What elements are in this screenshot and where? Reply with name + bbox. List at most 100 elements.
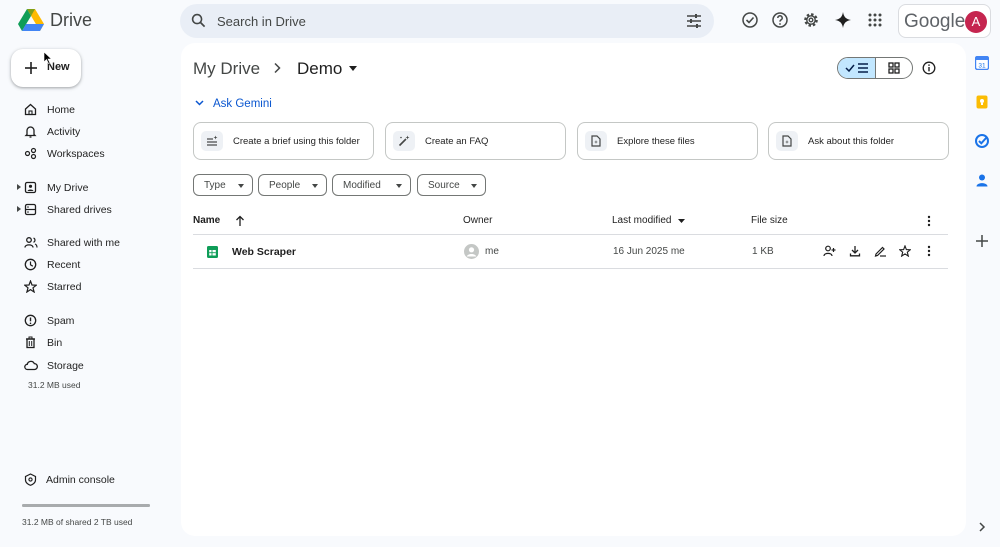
spam-icon [24, 314, 37, 327]
admin-console-link[interactable]: Admin console [22, 470, 172, 490]
mouse-cursor-icon [44, 52, 52, 64]
sidebar-item-shared-drives[interactable]: Shared drives [0, 200, 170, 220]
sidebar-item-spam[interactable]: Spam [0, 311, 170, 331]
grid-view-button[interactable] [876, 58, 912, 78]
chevron-right-icon[interactable] [975, 520, 989, 534]
keep-icon[interactable] [975, 95, 989, 109]
add-addon-plus-icon[interactable] [975, 234, 989, 248]
owner-avatar-icon [464, 244, 479, 259]
rename-pencil-icon[interactable] [874, 245, 887, 257]
clock-icon [24, 258, 37, 271]
settings-icon[interactable] [802, 11, 820, 29]
shared-drives-icon [24, 203, 37, 216]
sidebar-item-starred[interactable]: Starred [0, 277, 170, 297]
search-input[interactable] [217, 4, 657, 38]
chevron-right-icon [273, 62, 281, 74]
chevron-down-icon [471, 184, 477, 188]
chevron-down-icon [195, 100, 204, 106]
help-icon[interactable] [771, 11, 789, 29]
avatar[interactable]: A [965, 11, 987, 33]
file-name[interactable]: Web Scraper [232, 246, 296, 258]
sidebar-item-label: Activity [47, 126, 81, 138]
file-owner: me [485, 246, 499, 257]
search-bar[interactable] [180, 4, 714, 38]
gemini-card-create-brief[interactable]: Create a brief using this folder [193, 122, 374, 160]
account-switcher[interactable]: Google A [898, 4, 991, 38]
plus-icon [24, 61, 38, 75]
file-last-modified: 16 Jun 2025 me [613, 246, 685, 257]
drive-logo-icon[interactable] [18, 8, 44, 32]
search-icon[interactable] [191, 13, 206, 28]
filter-label: Type [204, 180, 226, 191]
sidebar-item-activity[interactable]: Activity [0, 122, 170, 142]
filter-modified[interactable]: Modified [332, 174, 411, 196]
sidebar-item-label: Spam [47, 315, 75, 327]
gemini-card-explore-files[interactable]: Explore these files [577, 122, 758, 160]
star-icon[interactable] [899, 245, 911, 257]
column-header-last-modified[interactable]: Last modified [612, 215, 671, 226]
brief-sparkle-icon [201, 131, 223, 151]
star-icon [24, 280, 37, 293]
gemini-card-label: Create a brief using this folder [233, 136, 360, 147]
apps-grid-icon[interactable] [866, 11, 884, 29]
tasks-icon[interactable] [975, 134, 989, 148]
sidebar-item-storage[interactable]: Storage [0, 356, 170, 376]
storage-quota-bar [22, 504, 150, 507]
google-wordmark: Google [904, 11, 966, 32]
main-content: My Drive Demo Ask Gemini Create a brief … [181, 43, 966, 536]
filter-type[interactable]: Type [193, 174, 253, 196]
breadcrumb-current-folder[interactable]: Demo [297, 59, 342, 79]
sidebar-item-label: My Drive [47, 182, 89, 194]
column-header-owner[interactable]: Owner [463, 215, 492, 226]
sidebar-item-bin[interactable]: Bin [0, 333, 170, 353]
sort-caret-down-icon[interactable] [678, 219, 685, 223]
filter-source[interactable]: Source [417, 174, 486, 196]
magic-wand-icon [393, 131, 415, 151]
more-vert-icon[interactable] [927, 245, 931, 257]
top-bar: Drive Search in Drive Google A [0, 0, 1000, 42]
info-icon[interactable] [922, 61, 936, 75]
table-row[interactable]: Web Scraper me 16 Jun 2025 me 1 KB [193, 235, 948, 268]
list-view-button[interactable] [838, 58, 876, 78]
tune-icon[interactable] [686, 13, 702, 29]
expand-caret-icon[interactable] [17, 206, 21, 212]
workspaces-icon [24, 147, 37, 160]
calendar-icon[interactable]: 31 [975, 56, 989, 70]
folder-sparkle-icon [776, 131, 798, 151]
sidebar-item-home[interactable]: Home [0, 100, 170, 120]
trash-icon [24, 336, 37, 349]
bell-icon [24, 125, 37, 138]
ask-gemini-label: Ask Gemini [213, 98, 272, 110]
sidebar-item-my-drive[interactable]: My Drive [0, 178, 170, 198]
contacts-icon[interactable] [975, 173, 989, 187]
breadcrumb-my-drive[interactable]: My Drive [193, 59, 260, 79]
filter-label: Modified [343, 180, 381, 191]
download-icon[interactable] [849, 245, 861, 257]
expand-caret-icon[interactable] [17, 184, 21, 190]
column-header-name[interactable]: Name [193, 215, 220, 226]
chevron-down-icon [396, 184, 402, 188]
gemini-card-label: Ask about this folder [808, 136, 895, 147]
sidebar-item-label: Storage [47, 360, 84, 372]
filter-label: People [269, 180, 301, 191]
filter-label: Source [428, 180, 460, 191]
sidebar-item-label: Starred [47, 281, 82, 293]
sidebar-item-label: Shared with me [47, 237, 120, 249]
svg-text:31: 31 [978, 63, 986, 70]
row-divider [193, 268, 948, 269]
sidebar-item-shared-with-me[interactable]: Shared with me [0, 233, 170, 253]
sidebar-item-recent[interactable]: Recent [0, 255, 170, 275]
gemini-card-ask-folder[interactable]: Ask about this folder [768, 122, 949, 160]
sidebar-item-workspaces[interactable]: Workspaces [0, 144, 170, 164]
ready-offline-icon[interactable] [741, 11, 759, 29]
gemini-sparkle-icon[interactable] [834, 11, 852, 29]
app-name[interactable]: Drive [50, 10, 92, 31]
chevron-down-icon[interactable] [349, 66, 357, 71]
more-vert-icon[interactable] [927, 215, 931, 227]
gemini-card-create-faq[interactable]: Create an FAQ [385, 122, 566, 160]
sort-arrow-up-icon[interactable] [235, 215, 245, 227]
people-icon [24, 236, 38, 249]
share-icon[interactable] [823, 245, 836, 257]
column-header-file-size[interactable]: File size [751, 215, 788, 226]
filter-people[interactable]: People [258, 174, 327, 196]
